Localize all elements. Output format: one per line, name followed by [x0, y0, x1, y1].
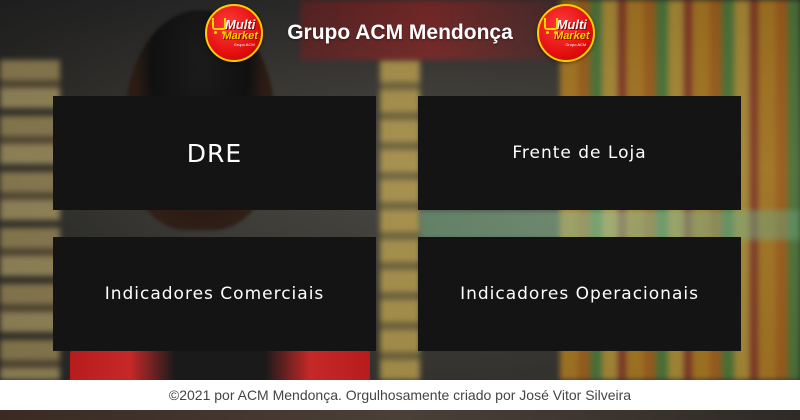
dre-tile-label: DRE [186, 138, 243, 168]
logo-line3: Grupo ACM [233, 42, 255, 47]
background-bottom-strip [0, 410, 800, 420]
logo-line2: Market [222, 30, 258, 42]
indicadores-operacionais-tile-label: Indicadores Operacionais [460, 284, 699, 304]
indicadores-comerciais-tile-button[interactable]: Indicadores Comerciais [53, 237, 376, 351]
indicadores-comerciais-tile-label: Indicadores Comerciais [104, 284, 325, 304]
multimarket-logo-right: Multi Market Grupo ACM [536, 4, 595, 62]
cart-icon [212, 18, 227, 34]
logo-line2: Market [554, 30, 590, 42]
header: Multi Market Grupo ACM Grupo ACM Mendonç… [0, 0, 800, 66]
logo-line3: Grupo ACM [565, 42, 587, 47]
dre-tile-button[interactable]: DRE [53, 96, 376, 210]
page-title: Grupo ACM Mendonça [287, 21, 513, 44]
cart-icon [543, 18, 558, 34]
frente-de-loja-tile-label: Frente de Loja [512, 143, 647, 163]
frente-de-loja-tile-button[interactable]: Frente de Loja [418, 96, 741, 210]
indicadores-operacionais-tile-button[interactable]: Indicadores Operacionais [418, 237, 741, 351]
footer-copyright: ©2021 por ACM Mendonça. Orgulhosamente c… [168, 387, 632, 403]
footer: ©2021 por ACM Mendonça. Orgulhosamente c… [0, 380, 800, 410]
multimarket-logo-left: Multi Market Grupo ACM [205, 4, 264, 62]
